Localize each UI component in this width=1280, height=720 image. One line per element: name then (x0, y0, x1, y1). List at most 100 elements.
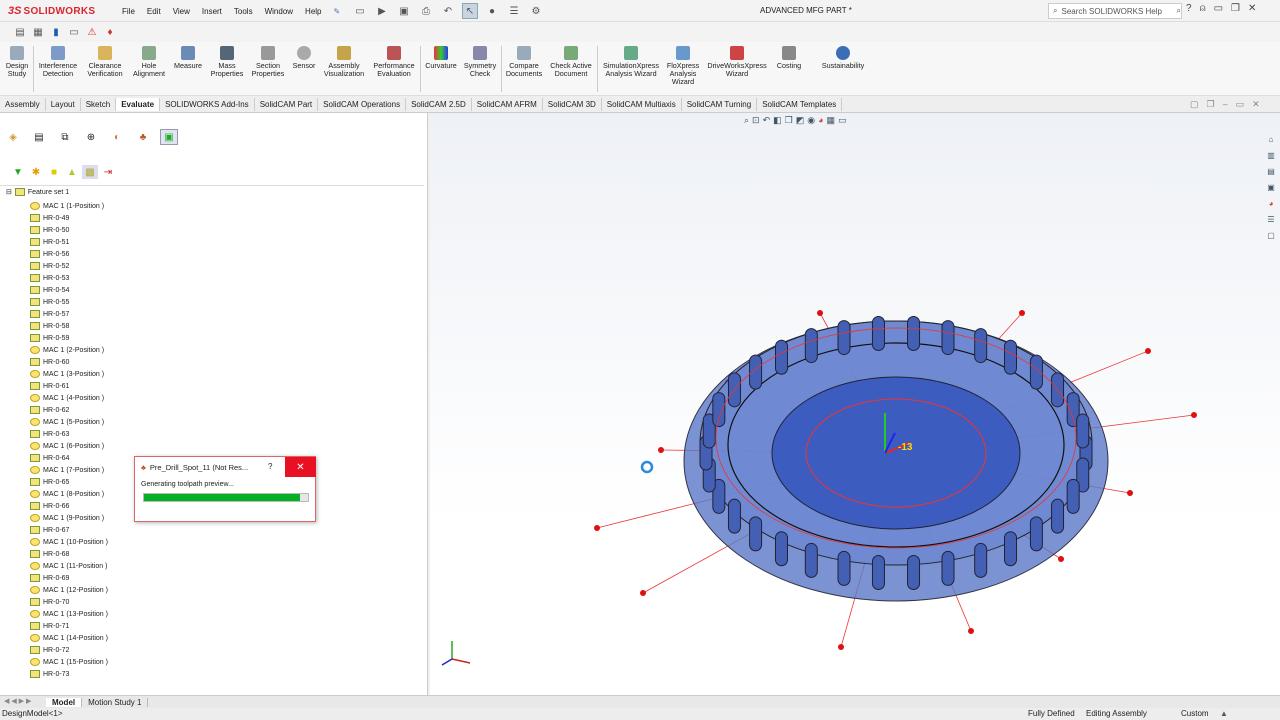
toolbar-icon-1[interactable]: ▤ (12, 24, 28, 40)
sustainability-button[interactable]: Sustainability (814, 46, 872, 70)
cam-tools-icon[interactable]: ✱ (28, 165, 44, 179)
tile-icon[interactable]: ▢ (1190, 99, 1199, 110)
view-minimize-icon[interactable]: – (1223, 99, 1228, 110)
help-icon[interactable]: ? (1186, 3, 1192, 14)
cam-manager-icon[interactable]: ♣ (134, 129, 152, 145)
tab-model[interactable]: Model (46, 697, 83, 707)
check-active-document-button[interactable]: Check Active Document (547, 46, 595, 78)
tree-item[interactable]: HR-0-67 (30, 524, 69, 536)
cam-geometry-icon[interactable]: ▲ (64, 165, 80, 179)
tree-item[interactable]: HR-0-63 (30, 428, 69, 440)
tree-item[interactable]: MAC 1 (10-Position ) (30, 536, 108, 548)
tab-solidcam-operations[interactable]: SolidCAM Operations (318, 97, 407, 111)
tree-item[interactable]: MAC 1 (14-Position ) (30, 632, 108, 644)
costing-button[interactable]: Costing (772, 46, 806, 70)
tab-assembly[interactable]: Assembly (0, 97, 46, 111)
tree-item[interactable]: MAC 1 (6-Position ) (30, 440, 104, 452)
cam-exit-icon[interactable]: ⇥ (100, 165, 116, 179)
tree-item[interactable]: HR-0-62 (30, 404, 69, 416)
tree-item[interactable]: MAC 1 (11-Position ) (30, 560, 107, 572)
tree-item[interactable]: MAC 1 (7-Position ) (30, 464, 104, 476)
driveworksxpress-button[interactable]: DriveWorksXpress Wizard (704, 46, 770, 78)
tree-item[interactable]: MAC 1 (2-Position ) (30, 344, 104, 356)
search-go-icon[interactable]: ⌕ (1177, 6, 1181, 16)
tree-item[interactable]: MAC 1 (3-Position ) (30, 368, 104, 380)
performance-evaluation-button[interactable]: Performance Evaluation (370, 46, 418, 78)
save-icon[interactable]: ▣ (396, 3, 412, 19)
menu-window[interactable]: Window (259, 7, 299, 16)
select-icon[interactable]: ↖ (462, 3, 478, 19)
tab-motion-study[interactable]: Motion Study 1 (82, 697, 149, 707)
tree-item[interactable]: HR-0-61 (30, 380, 69, 392)
mass-properties-button[interactable]: Mass Properties (207, 46, 247, 78)
section-properties-button[interactable]: Section Properties (249, 46, 287, 78)
view-maximize-icon[interactable]: ▭ (1236, 99, 1245, 110)
cam-tree-icon[interactable]: ▼ (10, 165, 26, 179)
toolbar-icon-4[interactable]: ▭ (66, 24, 82, 40)
symmetry-check-button[interactable]: Symmetry Check (461, 46, 499, 78)
units-arrow-icon[interactable]: ▲ (1220, 708, 1228, 720)
interference-detection-button[interactable]: Interference Detection (36, 46, 80, 78)
tree-item[interactable]: MAC 1 (9-Position ) (30, 512, 104, 524)
solidcam-icon[interactable]: ▮ (48, 24, 64, 40)
display-manager-icon[interactable]: ◐ (108, 129, 126, 145)
close-icon[interactable]: ✕ (1248, 3, 1256, 14)
new-document-icon[interactable]: ▭ (352, 3, 368, 19)
sensor-button[interactable]: Sensor (289, 46, 319, 70)
tab-scroll-arrows[interactable]: ◀ ◀ ▶ ▶ (0, 697, 46, 708)
tree-item[interactable]: HR-0-50 (30, 224, 69, 236)
pin-icon[interactable]: ✎ (328, 7, 347, 16)
configuration-manager-icon[interactable]: ⧉ (56, 129, 74, 145)
file-properties-icon[interactable]: ☰ (506, 3, 522, 19)
tree-item[interactable]: MAC 1 (4-Position ) (30, 392, 104, 404)
tree-item[interactable]: HR-0-54 (30, 284, 69, 296)
tab-solidcam-part[interactable]: SolidCAM Part (255, 97, 319, 111)
curvature-button[interactable]: Curvature (422, 46, 460, 70)
tree-item[interactable]: HR-0-68 (30, 548, 69, 560)
tab-solidcam-templates[interactable]: SolidCAM Templates (757, 97, 843, 111)
menu-insert[interactable]: Insert (196, 7, 228, 16)
tree-item[interactable]: MAC 1 (12-Position ) (30, 584, 108, 596)
print-icon[interactable]: ⎙ (418, 3, 434, 19)
tree-item[interactable]: HR-0-73 (30, 668, 69, 680)
tab-solidcam-3d[interactable]: SolidCAM 3D (543, 97, 602, 111)
tab-solidworks-addins[interactable]: SOLIDWORKS Add-Ins (160, 97, 255, 111)
tree-item[interactable]: HR-0-70 (30, 596, 69, 608)
tree-item[interactable]: HR-0-64 (30, 452, 69, 464)
tree-item[interactable]: HR-0-71 (30, 620, 69, 632)
tree-item[interactable]: HR-0-55 (30, 296, 69, 308)
toolbar-icon-2[interactable]: ▦ (30, 24, 46, 40)
menu-edit[interactable]: Edit (141, 7, 167, 16)
tab-evaluate[interactable]: Evaluate (116, 97, 161, 111)
tree-item[interactable]: HR-0-52 (30, 260, 69, 272)
dialog-help-button[interactable]: ? (268, 462, 272, 471)
tree-item[interactable]: HR-0-51 (30, 236, 69, 248)
open-icon[interactable]: ▶ (374, 3, 390, 19)
tree-item[interactable]: HR-0-65 (30, 476, 69, 488)
pin-tool-icon[interactable]: ♦ (102, 24, 118, 40)
warning-icon[interactable]: ⚠ (84, 24, 100, 40)
measure-button[interactable]: Measure (171, 46, 205, 70)
tree-item[interactable]: HR-0-56 (30, 248, 69, 260)
menu-view[interactable]: View (167, 7, 196, 16)
tree-item[interactable]: HR-0-60 (30, 356, 69, 368)
minimize-icon[interactable]: ▭ (1214, 3, 1223, 14)
tree-item[interactable]: HR-0-59 (30, 332, 69, 344)
tab-solidcam-turning[interactable]: SolidCAM Turning (682, 97, 758, 111)
menu-help[interactable]: Help (299, 7, 327, 16)
dialog-close-button[interactable]: ✕ (285, 457, 316, 477)
user-icon[interactable]: ⍝ (1200, 3, 1206, 14)
tree-item[interactable]: MAC 1 (1-Position ) (30, 200, 104, 212)
tree-item[interactable]: MAC 1 (8-Position ) (30, 488, 104, 500)
tree-item[interactable]: HR-0-66 (30, 500, 69, 512)
compare-documents-button[interactable]: Compare Documents (503, 46, 545, 78)
hole-alignment-button[interactable]: Hole Alignment (129, 46, 169, 78)
status-units[interactable]: Custom (1181, 708, 1209, 720)
design-study-button[interactable]: Design Study (4, 46, 30, 78)
clearance-verification-button[interactable]: Clearance Verification (83, 46, 127, 78)
solidworks-logo[interactable]: 3S SOLIDWORKS (8, 3, 95, 19)
tree-item[interactable]: HR-0-58 (30, 320, 69, 332)
tab-sketch[interactable]: Sketch (81, 97, 117, 111)
dimxpert-icon[interactable]: ⊕ (82, 129, 100, 145)
tree-item[interactable]: MAC 1 (5-Position ) (30, 416, 104, 428)
